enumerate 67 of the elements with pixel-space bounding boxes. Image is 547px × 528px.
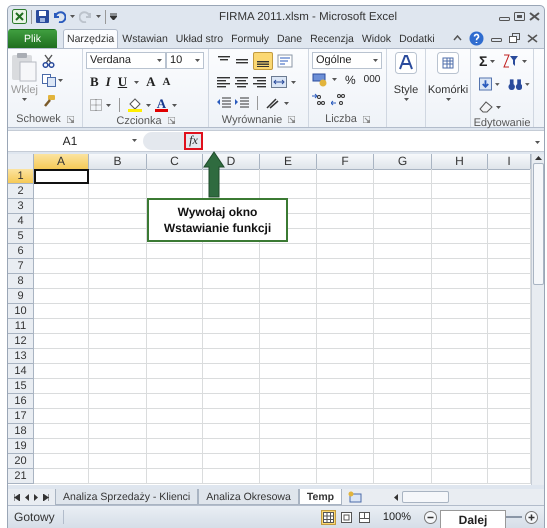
row-header[interactable]: 11 — [8, 318, 34, 334]
group-label: Czcionka — [116, 114, 162, 127]
ribbon-tab[interactable]: Widok — [358, 28, 396, 48]
underline-button[interactable]: U — [118, 74, 128, 90]
row-header[interactable]: 6 — [8, 244, 34, 259]
callout-text: Wywołaj okno Wstawianie funkcji — [164, 204, 272, 236]
ribbon-tab[interactable]: Formuły — [227, 28, 273, 48]
row-header[interactable]: 14 — [8, 364, 34, 379]
row-header[interactable]: 15 — [8, 378, 34, 394]
row-header[interactable]: 12 — [8, 334, 34, 349]
status-text: Gotowy — [14, 510, 64, 524]
row-header[interactable]: 8 — [8, 274, 34, 289]
zoom-level[interactable]: 100% — [382, 511, 411, 524]
row-header[interactable]: 17 — [8, 408, 34, 424]
column-header[interactable]: A — [34, 154, 89, 170]
group-label: Edytowanie — [474, 116, 530, 129]
grow-font-button[interactable]: A — [146, 74, 156, 90]
column-header[interactable]: H — [432, 154, 488, 170]
column-header[interactable]: F — [317, 154, 374, 170]
row-header[interactable]: 1 — [8, 168, 34, 184]
file-tab[interactable]: Plik — [8, 28, 57, 48]
column-header[interactable]: B — [89, 154, 147, 170]
row-header[interactable]: 10 — [8, 304, 34, 319]
row-header[interactable]: 18 — [8, 424, 34, 439]
bold-button[interactable]: B — [90, 74, 99, 90]
column-header[interactable]: C — [147, 154, 203, 170]
column-header[interactable]: I — [488, 154, 531, 170]
insert-function-button[interactable]: fx — [184, 132, 203, 150]
row-header[interactable]: 21 — [8, 468, 34, 484]
row-header[interactable]: 5 — [8, 228, 34, 244]
font-color-button[interactable]: A — [155, 98, 168, 112]
italic-button[interactable]: I — [106, 74, 111, 90]
shrink-font-button[interactable]: A — [162, 76, 170, 88]
group-label: Schowek — [16, 113, 61, 126]
name-box[interactable]: A1 — [8, 134, 143, 148]
ribbon-tab[interactable]: Narzędzia — [63, 28, 118, 48]
row-header[interactable]: 4 — [8, 214, 34, 229]
ribbon-tab[interactable]: Wstawian — [118, 28, 172, 48]
row-header[interactable]: 3 — [8, 198, 34, 214]
column-header[interactable]: E — [260, 154, 317, 170]
number-format-dropdown[interactable]: Ogólne — [312, 52, 382, 69]
row-header[interactable]: 9 — [8, 288, 34, 304]
column-header[interactable]: G — [374, 154, 432, 170]
thousands-separator-button[interactable]: 000 — [364, 74, 380, 86]
sheet-tab[interactable]: Analiza Okresowa — [198, 489, 299, 506]
ribbon-tab[interactable]: Dane — [272, 28, 306, 48]
autosum-button[interactable]: Σ — [479, 53, 488, 70]
sheet-tab[interactable]: Temp — [298, 489, 342, 506]
row-header[interactable]: 19 — [8, 438, 34, 454]
cells-button[interactable]: Komórki — [428, 52, 468, 127]
sheet-tab[interactable]: Analiza Sprzedaży - Klienci — [55, 489, 198, 506]
row-header[interactable]: 7 — [8, 258, 34, 274]
row-header[interactable]: 20 — [8, 454, 34, 469]
row-header[interactable]: 2 — [8, 184, 34, 199]
window-title: FIRMA 2011.xlsm - Microsoft Excel — [218, 10, 398, 23]
ribbon-tab[interactable]: Recenzja — [306, 28, 358, 48]
group-label: Wyrównanie — [222, 114, 282, 126]
row-header[interactable]: 16 — [8, 394, 34, 409]
font-size-dropdown[interactable]: 10 — [166, 52, 204, 69]
percent-style-button[interactable]: % — [345, 72, 356, 87]
row-header[interactable]: 13 — [8, 348, 34, 364]
font-name-dropdown[interactable]: Verdana — [86, 52, 166, 69]
styles-button[interactable]: Style — [394, 52, 418, 127]
group-label: Liczba — [325, 113, 357, 126]
next-button[interactable]: Dalej — [458, 513, 488, 527]
ribbon-tab[interactable]: Układ stro — [172, 28, 228, 48]
ribbon-tab[interactable]: Dodatki — [395, 28, 439, 48]
